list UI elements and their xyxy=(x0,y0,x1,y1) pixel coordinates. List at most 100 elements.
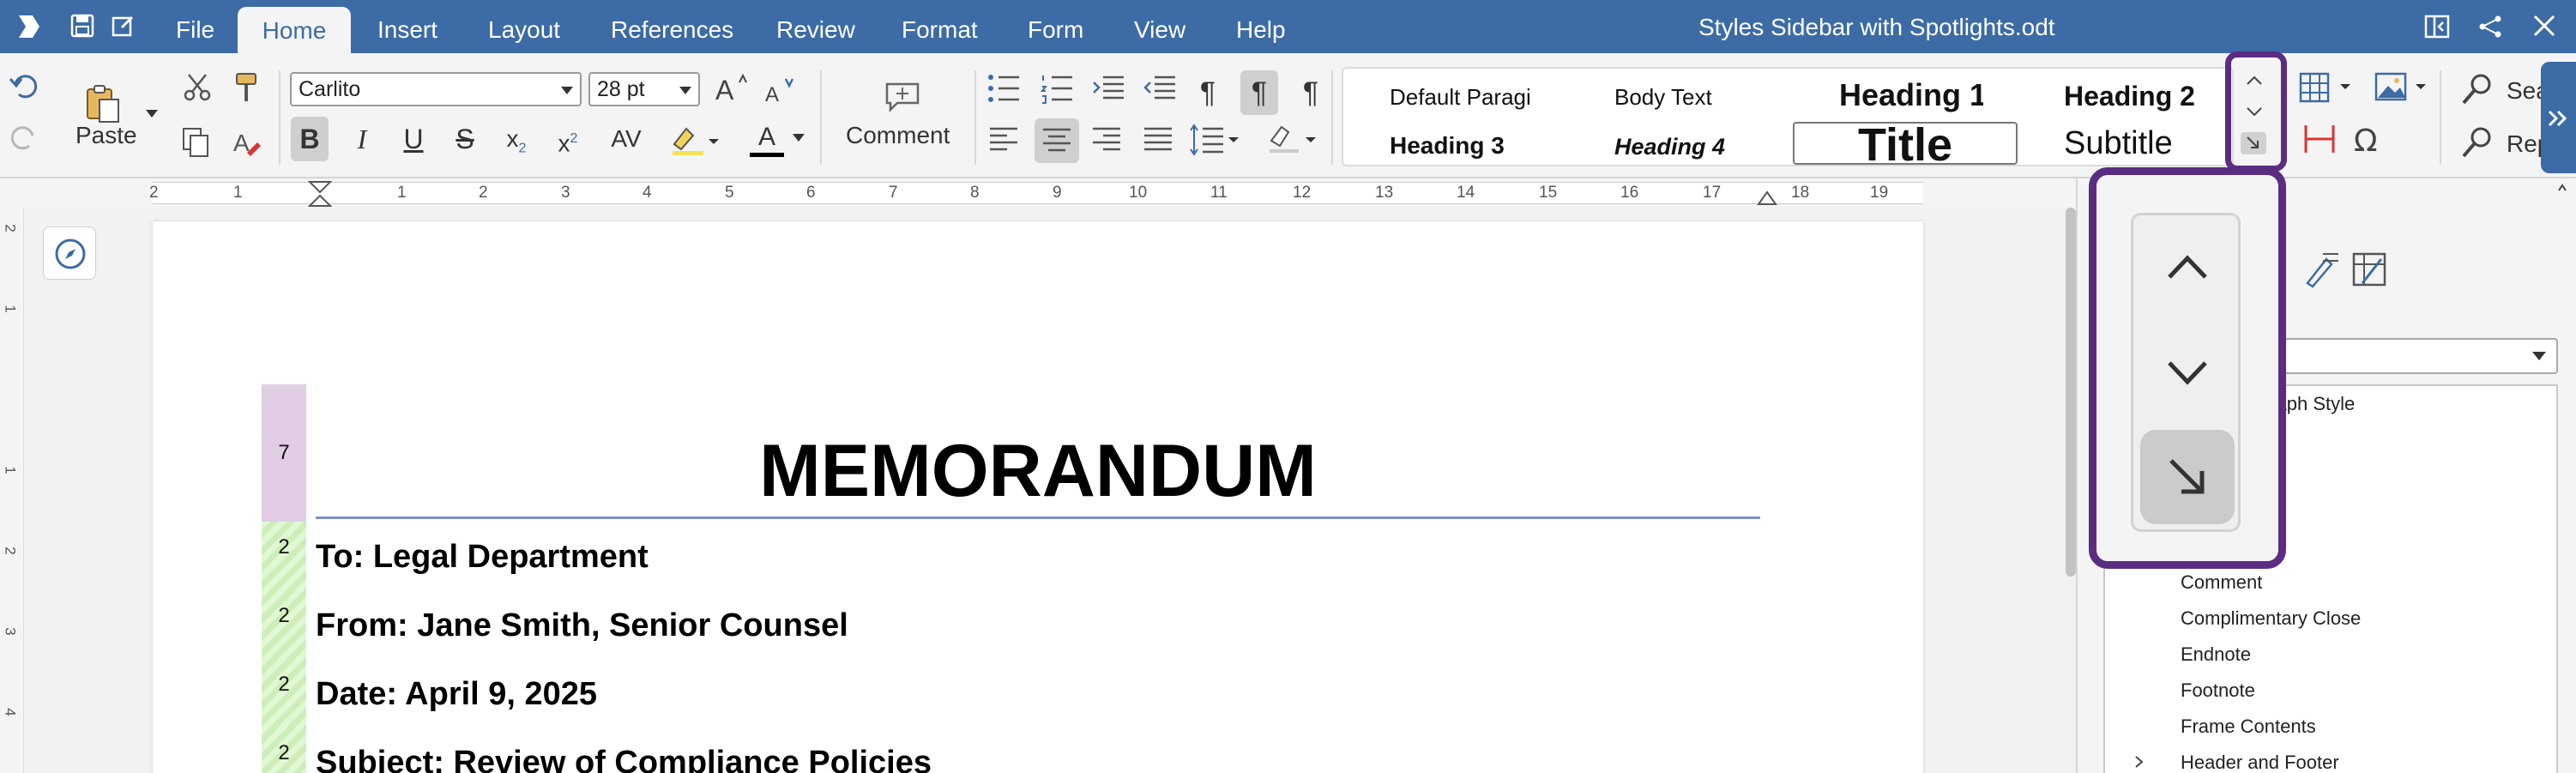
clear-formatting-icon[interactable]: A xyxy=(232,127,262,158)
style-title[interactable]: Title xyxy=(1793,122,2018,165)
gallery-controls-highlight xyxy=(2225,51,2287,172)
subscript-button[interactable]: x2 xyxy=(498,117,535,161)
sidebar-toggle-icon[interactable] xyxy=(2424,14,2450,39)
align-right-icon[interactable] xyxy=(1091,125,1122,154)
paragraph-background-icon[interactable] xyxy=(1266,122,1318,156)
zoomed-scroll-up-button[interactable] xyxy=(2140,220,2235,315)
font-size-box[interactable]: 28 pt xyxy=(588,72,700,106)
right-indent-marker-icon[interactable] xyxy=(1757,190,1777,206)
style-heading-2[interactable]: Heading 2 xyxy=(2064,81,2195,112)
copy-icon[interactable] xyxy=(180,127,211,158)
share-icon[interactable] xyxy=(2477,14,2503,39)
menu-help[interactable]: Help xyxy=(1236,0,1286,53)
style-body-text[interactable]: Body Text xyxy=(1614,84,1712,111)
indent-marker-icon[interactable] xyxy=(307,180,333,208)
special-character-icon[interactable]: Ω xyxy=(2350,122,2385,156)
clone-formatting-icon[interactable] xyxy=(232,72,261,103)
superscript-button[interactable]: x2 xyxy=(549,117,587,161)
style-subtitle[interactable]: Subtitle xyxy=(2064,125,2173,162)
menu-references[interactable]: References xyxy=(611,0,733,53)
page-break-icon[interactable] xyxy=(2302,122,2337,156)
menu-view[interactable]: View xyxy=(1134,0,1185,53)
increase-indent-icon[interactable] xyxy=(1091,72,1125,105)
separator xyxy=(1331,70,1333,165)
menu-insert[interactable]: Insert xyxy=(377,0,437,53)
bullet-list-icon[interactable] xyxy=(986,72,1021,105)
paste-dropdown-arrow[interactable] xyxy=(146,110,158,118)
memo-title[interactable]: MEMORANDUM xyxy=(316,429,1760,514)
memo-from-line[interactable]: From: Jane Smith, Senior Counsel xyxy=(316,607,848,644)
style-item-endnote[interactable]: Endnote xyxy=(2181,643,2251,666)
style-item-footnote[interactable]: Footnote xyxy=(2181,679,2255,702)
undo-icon[interactable] xyxy=(9,72,39,100)
memo-to-line[interactable]: To: Legal Department xyxy=(316,539,649,576)
horizontal-ruler[interactable]: 2 1 1 2 3 4 5 6 7 8 9 10 11 12 13 14 15 … xyxy=(0,178,2076,208)
menu-layout[interactable]: Layout xyxy=(488,0,560,53)
font-name-box[interactable]: Carlito xyxy=(290,72,582,106)
close-icon[interactable] xyxy=(2532,14,2558,39)
style-item-complimentary-close[interactable]: Complimentary Close xyxy=(2181,607,2361,630)
new-style-icon[interactable] xyxy=(2302,251,2340,288)
comment-button[interactable]: Comment xyxy=(846,122,950,149)
comment-icon[interactable] xyxy=(884,81,921,113)
style-heading-1[interactable]: Heading 1 xyxy=(1839,77,1983,113)
menu-format[interactable]: Format xyxy=(902,0,978,53)
expand-chevron-icon[interactable] xyxy=(2133,755,2146,769)
style-item-frame-contents[interactable]: Frame Contents xyxy=(2181,716,2316,738)
paste-button[interactable]: Paste xyxy=(75,122,137,149)
font-color-dropdown-arrow[interactable] xyxy=(793,134,805,142)
redo-icon[interactable] xyxy=(9,124,39,151)
formatting-marks-icon[interactable]: ¶ xyxy=(1189,70,1227,115)
menu-review[interactable]: Review xyxy=(776,0,855,53)
style-heading-3[interactable]: Heading 3 xyxy=(1390,132,1505,160)
insert-table-icon[interactable] xyxy=(2299,70,2356,105)
menu-form[interactable]: Form xyxy=(1028,0,1083,53)
increase-font-size-icon[interactable]: A xyxy=(714,70,748,105)
menu-file[interactable]: File xyxy=(176,0,214,53)
style-item-header-and-footer[interactable]: Header and Footer xyxy=(2181,752,2339,773)
ruler-number: 2 xyxy=(479,184,488,202)
style-default-paragraph[interactable]: Default Paragi xyxy=(1390,84,1541,111)
edit-mode-icon[interactable] xyxy=(112,14,137,39)
document-scrollbar[interactable] xyxy=(2066,208,2076,577)
ruler-number: 10 xyxy=(1129,184,1148,202)
strikethrough-button[interactable]: S xyxy=(446,117,484,161)
quick-navigator-button[interactable] xyxy=(43,226,96,280)
zoomed-scroll-down-button[interactable] xyxy=(2140,325,2235,420)
style-heading-4[interactable]: Heading 4 xyxy=(1614,134,1725,160)
decrease-font-size-icon[interactable]: A xyxy=(763,74,798,108)
clipboard-icon[interactable] xyxy=(82,82,124,124)
font-name-value: Carlito xyxy=(299,77,361,101)
find-replace-icon[interactable] xyxy=(2460,125,2495,160)
rtl-paragraph-icon[interactable]: ¶ xyxy=(1292,70,1330,115)
expand-sidebar-tab[interactable] xyxy=(2541,62,2576,173)
align-left-icon[interactable] xyxy=(988,125,1019,154)
find-icon[interactable] xyxy=(2460,72,2495,106)
document-area[interactable]: 2 1 1 2 3 4 7 2 2 2 2 MEMORANDUM To: Leg… xyxy=(0,208,2076,773)
sidebar-scrollbar[interactable] xyxy=(2557,178,2567,773)
bold-button[interactable]: B xyxy=(291,117,329,161)
vertical-ruler[interactable]: 2 1 1 2 3 4 xyxy=(0,208,24,773)
line-spacing-icon[interactable] xyxy=(1189,124,1240,156)
separator xyxy=(820,70,822,165)
cut-icon[interactable] xyxy=(182,72,213,103)
vertical-ruler-number: 1 xyxy=(2,305,19,313)
memo-subject-line[interactable]: Subject: Review of Compliance Policies xyxy=(316,745,932,773)
align-center-icon[interactable] xyxy=(1035,118,1079,163)
numbered-list-icon[interactable] xyxy=(1040,72,1074,105)
style-item-comment[interactable]: Comment xyxy=(2181,571,2262,594)
menu-home[interactable]: Home xyxy=(238,7,351,53)
character-spacing-button[interactable]: AV xyxy=(600,117,652,161)
italic-button[interactable]: I xyxy=(343,117,381,161)
decrease-indent-icon[interactable] xyxy=(1143,72,1177,105)
underline-button[interactable]: U xyxy=(395,117,432,161)
highlight-color-icon[interactable] xyxy=(669,124,721,158)
ltr-paragraph-icon[interactable]: ¶ xyxy=(1240,70,1278,115)
save-icon[interactable] xyxy=(70,14,96,39)
memo-date-line[interactable]: Date: April 9, 2025 xyxy=(316,676,597,713)
update-style-icon[interactable] xyxy=(2350,251,2388,288)
justify-icon[interactable] xyxy=(1143,125,1173,154)
zoomed-expand-gallery-button[interactable] xyxy=(2140,430,2235,524)
style-category-select[interactable] xyxy=(2275,338,2558,374)
insert-image-icon[interactable] xyxy=(2374,70,2431,105)
